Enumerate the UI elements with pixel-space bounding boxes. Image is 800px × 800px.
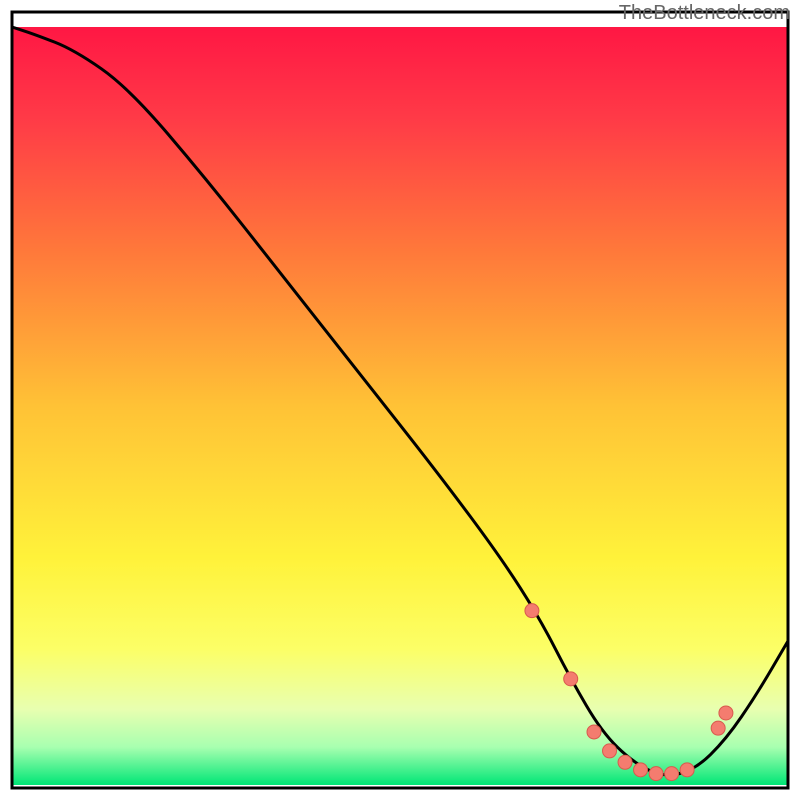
chart-container: TheBottleneck.com — [0, 0, 800, 800]
marker-dot — [711, 721, 725, 735]
plot-background — [12, 27, 788, 785]
marker-dot — [665, 767, 679, 781]
marker-dot — [525, 604, 539, 618]
marker-dot — [680, 763, 694, 777]
marker-dot — [618, 755, 632, 769]
marker-dot — [649, 767, 663, 781]
marker-dot — [603, 744, 617, 758]
marker-dot — [587, 725, 601, 739]
marker-dot — [719, 706, 733, 720]
marker-dot — [564, 672, 578, 686]
bottleneck-chart — [0, 0, 800, 800]
marker-dot — [634, 763, 648, 777]
watermark-text: TheBottleneck.com — [619, 2, 790, 25]
